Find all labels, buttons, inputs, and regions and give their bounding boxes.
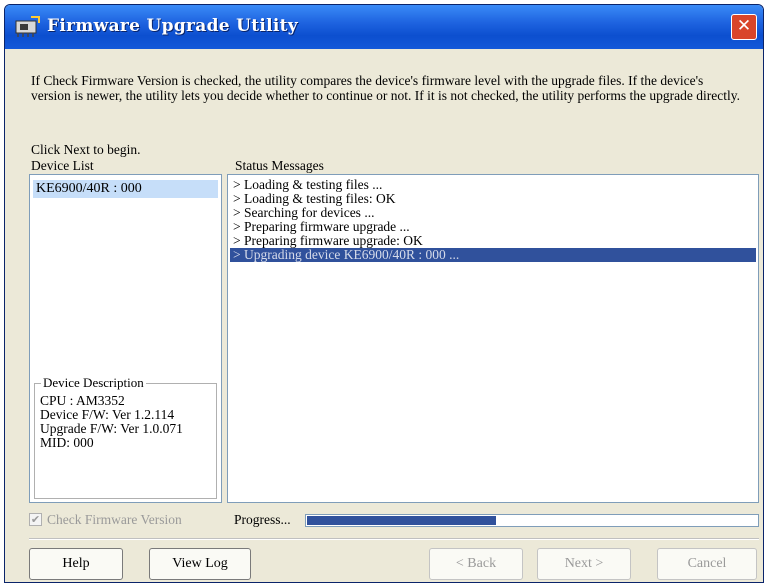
device-description-group: Device Description CPU : AM3352 Device F… bbox=[34, 375, 217, 499]
intro-text: If Check Firmware Version is checked, th… bbox=[31, 73, 741, 103]
status-message[interactable]: > Loading & testing files ... bbox=[230, 178, 756, 192]
device-list[interactable]: KE6900/40R : 000 Device Description CPU … bbox=[29, 174, 222, 503]
button-divider bbox=[29, 538, 759, 540]
begin-instruction: Click Next to begin. bbox=[31, 142, 141, 157]
title-bar[interactable]: Firmware Upgrade Utility ✕ bbox=[5, 5, 763, 49]
status-message[interactable]: > Preparing firmware upgrade ... bbox=[230, 220, 756, 234]
status-message[interactable]: > Searching for devices ... bbox=[230, 206, 756, 220]
device-description-legend: Device Description bbox=[41, 375, 146, 391]
status-messages-label: Status Messages bbox=[235, 158, 324, 173]
device-list-item[interactable]: KE6900/40R : 000 bbox=[33, 180, 218, 198]
cancel-button[interactable]: Cancel bbox=[657, 548, 757, 580]
help-button[interactable]: Help bbox=[29, 548, 123, 580]
status-messages-list[interactable]: > Loading & testing files ... > Loading … bbox=[227, 174, 759, 503]
device-list-label: Device List bbox=[31, 158, 94, 173]
device-description-body: CPU : AM3352 Device F/W: Ver 1.2.114 Upg… bbox=[40, 394, 212, 450]
close-button[interactable]: ✕ bbox=[731, 14, 757, 40]
progress-fill bbox=[307, 516, 496, 525]
status-message[interactable]: > Loading & testing files: OK bbox=[230, 192, 756, 206]
close-icon: ✕ bbox=[736, 16, 752, 36]
progress-label: Progress... bbox=[234, 512, 291, 527]
cpu-info: CPU : AM3352 bbox=[40, 393, 125, 408]
mid-info: MID: 000 bbox=[40, 435, 94, 450]
status-message[interactable]: > Preparing firmware upgrade: OK bbox=[230, 234, 756, 248]
firmware-chip-icon bbox=[15, 16, 40, 37]
upgrade-firmware-info: Upgrade F/W: Ver 1.0.071 bbox=[40, 421, 183, 436]
status-message-selected[interactable]: > Upgrading device KE6900/40R : 000 ... bbox=[230, 248, 756, 262]
device-firmware-info: Device F/W: Ver 1.2.114 bbox=[40, 407, 175, 422]
check-firmware-version-label: Check Firmware Version bbox=[47, 512, 182, 527]
window-title: Firmware Upgrade Utility bbox=[47, 16, 298, 36]
back-button[interactable]: < Back bbox=[429, 548, 523, 580]
firmware-upgrade-window: Firmware Upgrade Utility ✕ If Check Firm… bbox=[4, 4, 764, 583]
progress-bar bbox=[305, 514, 759, 527]
view-log-button[interactable]: View Log bbox=[149, 548, 251, 580]
checkbox-check-icon[interactable]: ✔ bbox=[29, 513, 42, 526]
next-button[interactable]: Next > bbox=[537, 548, 631, 580]
